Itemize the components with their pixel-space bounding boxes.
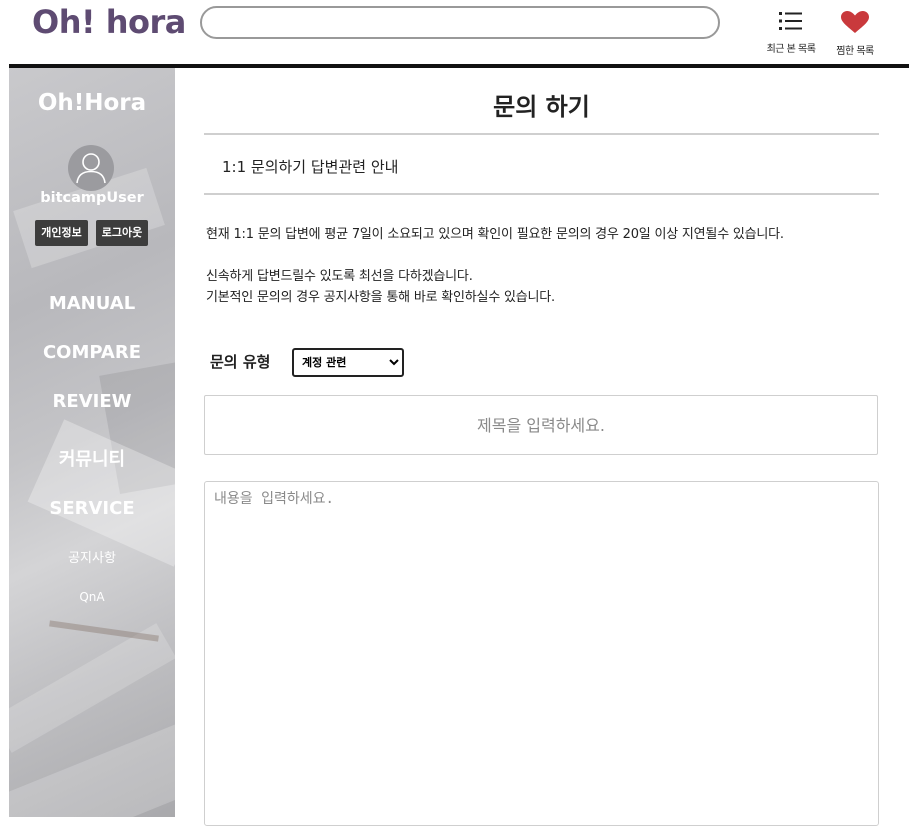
nav-item-service[interactable]: SERVICE <box>9 498 175 519</box>
logout-button[interactable]: 로그아웃 <box>96 220 148 246</box>
sidebar-title: Oh!Hora <box>37 90 147 116</box>
page-title: 문의 하기 <box>493 93 590 121</box>
nav-item-community[interactable]: 커뮤니티 <box>9 445 175 471</box>
nav-item-qna[interactable]: QnA <box>9 590 175 604</box>
wish-list-label: 찜한 목록 <box>836 46 874 57</box>
inquiry-type-select[interactable]: 계정 관련 <box>292 348 404 377</box>
site-logo[interactable]: Oh! hora <box>32 3 186 41</box>
notice-text: 기본적인 문의의 경우 공지사항을 통해 바로 확인하실수 있습니다. <box>206 290 555 305</box>
search-input[interactable] <box>200 6 720 39</box>
inquiry-type-label: 문의 유형 <box>210 353 271 371</box>
divider <box>204 133 879 135</box>
nav-item-manual[interactable]: MANUAL <box>9 293 175 314</box>
wish-list-button[interactable]: 찜한 목록 <box>824 10 886 57</box>
recent-list-button[interactable]: 최근 본 목록 <box>760 10 822 55</box>
profile-button[interactable]: 개인정보 <box>35 220 88 246</box>
list-icon <box>779 12 802 30</box>
recent-list-label: 최근 본 목록 <box>766 44 816 55</box>
site-header: Oh! hora 최근 본 목록 찜한 목록 <box>0 0 923 64</box>
guide-title: 1:1 문의하기 답변관련 안내 <box>222 158 399 176</box>
heart-icon <box>841 11 869 33</box>
notice-text: 신속하게 답변드릴수 있도록 최선을 다하겠습니다. <box>206 269 473 284</box>
divider <box>204 193 879 195</box>
content-textarea[interactable] <box>204 481 879 826</box>
nav-item-compare[interactable]: COMPARE <box>9 342 175 363</box>
avatar <box>68 145 114 191</box>
username: bitcampUser <box>40 190 144 206</box>
user-icon <box>76 153 106 184</box>
nav-item-notice[interactable]: 공지사항 <box>9 547 175 566</box>
sidebar: Oh!Hora bitcampUser 개인정보 로그아웃 MANUAL COM… <box>9 68 175 817</box>
notice-text: 현재 1:1 문의 답변에 평균 7일이 소요되고 있으며 확인이 필요한 문의… <box>206 227 784 242</box>
subject-input[interactable] <box>204 395 878 455</box>
nav-item-review[interactable]: REVIEW <box>9 391 175 412</box>
